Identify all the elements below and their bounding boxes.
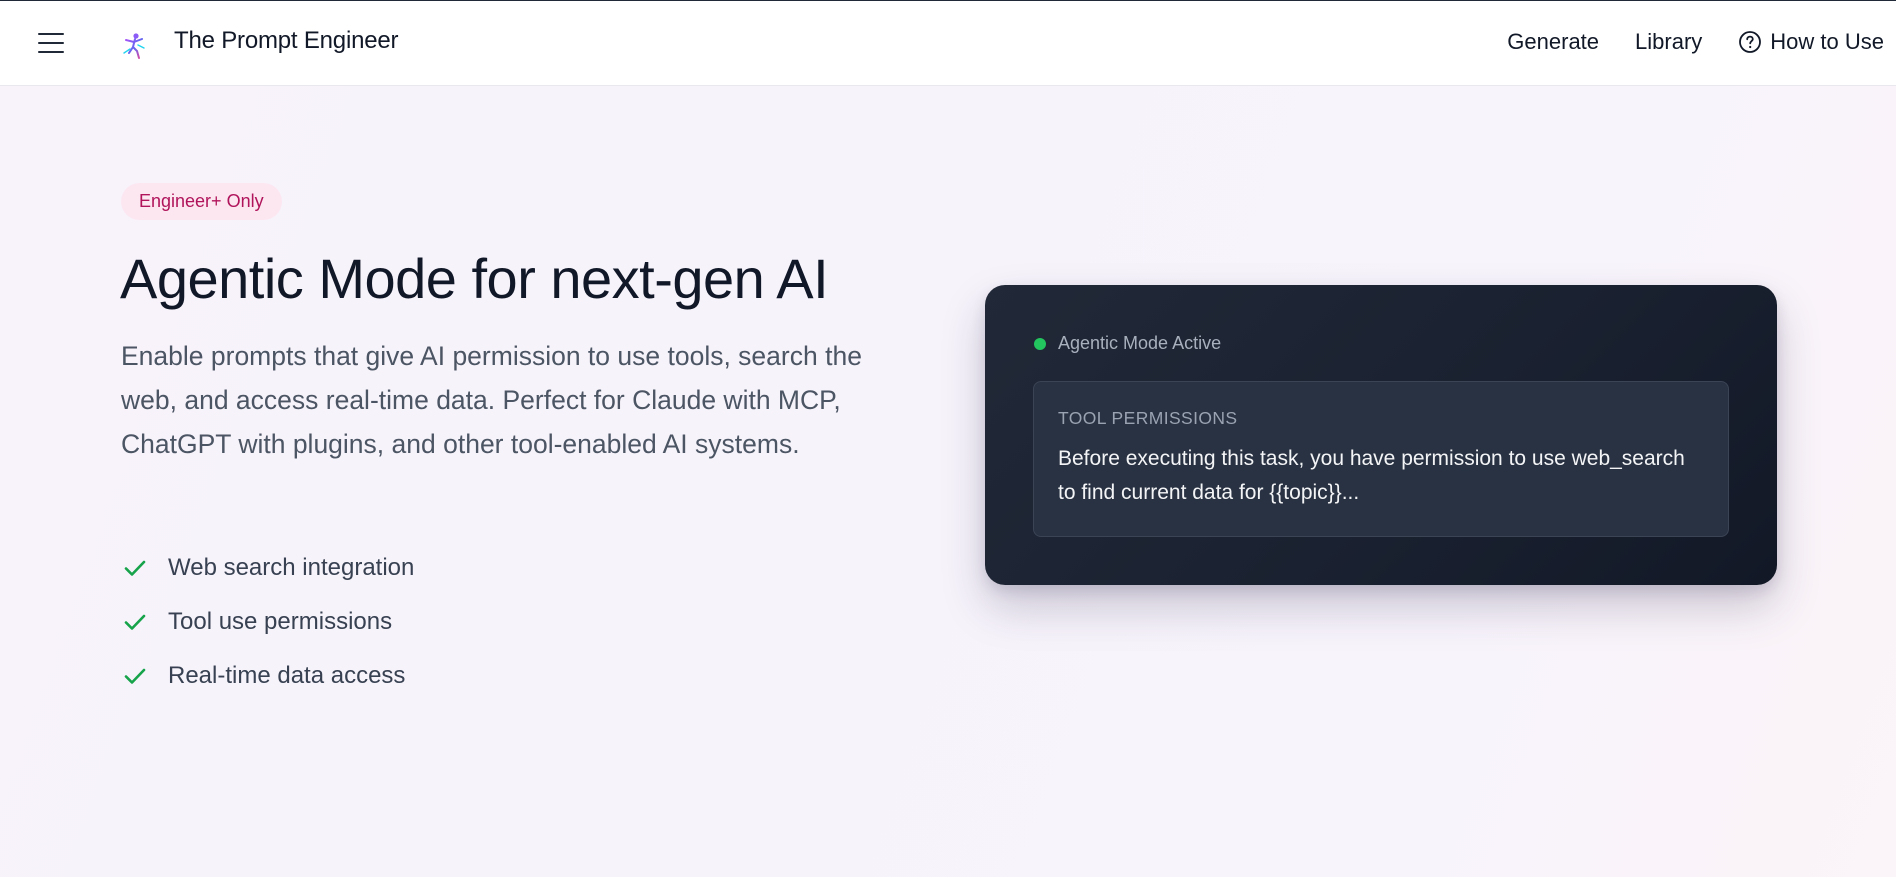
tool-permissions-panel: TOOL PERMISSIONS Before executing this t… (1033, 381, 1729, 537)
nav-library-link[interactable]: Library (1635, 29, 1702, 55)
question-circle-icon (1739, 31, 1762, 53)
check-icon (124, 668, 146, 684)
feature-item: Real-time data access (122, 649, 414, 703)
hamburger-menu-icon[interactable] (38, 31, 64, 55)
feature-label: Tool use permissions (168, 608, 393, 635)
nav-how-to-use-link[interactable]: How to Use (1738, 29, 1884, 55)
hero-description: Enable prompts that give AI permission t… (121, 341, 862, 459)
feature-label: Real-time data access (168, 662, 406, 689)
check-icon (124, 560, 146, 576)
dancing-figure-logo-icon[interactable] (120, 31, 148, 61)
brand-name[interactable]: The Prompt Engineer (174, 27, 399, 55)
status-text: Agentic Mode Active (1058, 333, 1222, 353)
nav-how-to-use-label: How to Use (1770, 29, 1884, 54)
hero-section: Engineer+ Only Agentic Mode for next-gen… (0, 86, 1896, 877)
panel-text: Before executing this task, you have per… (1058, 447, 1685, 504)
top-navigation-bar: The Prompt Engineer Generate Library How… (0, 0, 1896, 86)
nav-generate-link[interactable]: Generate (1507, 29, 1599, 55)
feature-list: Web search integration Tool use permissi… (122, 541, 414, 703)
tier-badge: Engineer+ Only (121, 183, 282, 220)
main-nav: Generate Library How to Use (1507, 29, 1884, 55)
page-title: Agentic Mode for next-gen AI (120, 247, 829, 310)
agentic-mode-preview-card: Agentic Mode Active TOOL PERMISSIONS Bef… (985, 285, 1777, 585)
feature-item: Web search integration (122, 541, 414, 595)
agentic-status: Agentic Mode Active (1034, 333, 1221, 354)
check-icon (124, 614, 146, 630)
panel-label: TOOL PERMISSIONS (1058, 408, 1238, 428)
status-dot-icon (1034, 337, 1046, 350)
feature-item: Tool use permissions (122, 595, 414, 649)
feature-label: Web search integration (168, 554, 415, 581)
